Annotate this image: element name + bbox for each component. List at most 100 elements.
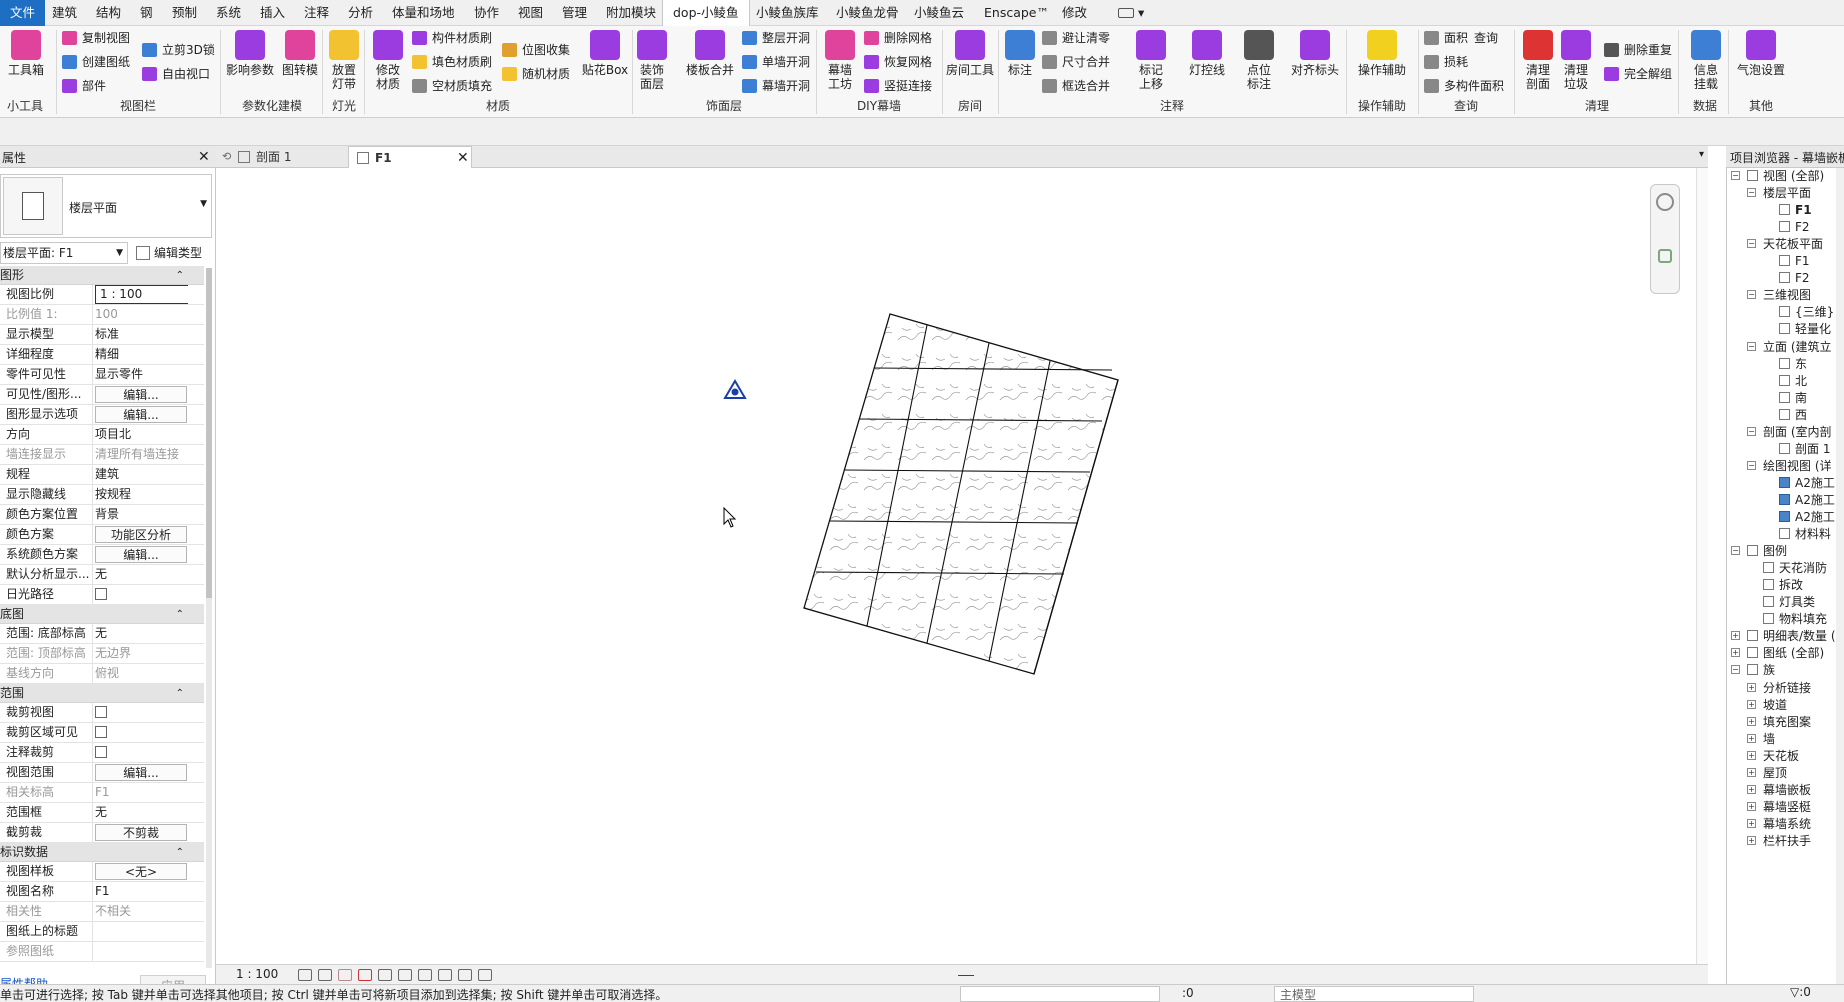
property-value[interactable] (92, 585, 188, 604)
collapse-icon[interactable]: − (1747, 460, 1756, 470)
avoid-overlap-button[interactable]: 避让清零 (1042, 28, 1110, 48)
clear-section-button[interactable]: 清理 剖面 (1518, 30, 1558, 91)
ribbon-display-toggle[interactable]: ▾ (1108, 0, 1154, 26)
collapse-icon[interactable]: − (1731, 546, 1740, 556)
temp-hide-icon[interactable] (418, 969, 432, 981)
view-scale[interactable]: 1 : 100 (236, 967, 278, 981)
frame-merge-button[interactable]: 框选合并 (1042, 76, 1110, 96)
property-value[interactable]: 按规程 (92, 485, 188, 504)
property-value[interactable]: 项目北 (92, 425, 188, 444)
curtain-panel-outline[interactable] (803, 313, 1119, 675)
property-edit-button[interactable]: 编辑... (95, 764, 187, 781)
dim-merge-button[interactable]: 尺寸合并 (1042, 52, 1110, 72)
property-value[interactable]: 编辑... (92, 385, 188, 404)
zoom-icon[interactable] (1658, 249, 1672, 263)
bubble-settings-button[interactable]: 气泡设置 (1730, 30, 1792, 77)
tab-insert[interactable]: 插入 (250, 0, 295, 26)
deco-layer-button[interactable]: 装饰 面层 (628, 30, 676, 91)
property-value[interactable]: 功能区分析 (92, 525, 188, 544)
op-assist-button[interactable]: 操作辅助 (1354, 30, 1410, 77)
delete-dup-button[interactable]: 删除重复 (1604, 40, 1672, 60)
property-edit-button[interactable]: 不剪裁 (95, 824, 187, 841)
floor-merge-button[interactable]: 楼板合并 (684, 30, 736, 77)
property-value[interactable]: 背景 (92, 505, 188, 524)
create-drawing-button[interactable]: 创建图纸 (62, 52, 130, 72)
collapse-icon[interactable]: − (1747, 188, 1756, 198)
tab-file[interactable]: 文件 (0, 0, 46, 26)
free-viewport-button[interactable]: 自由视口 (142, 64, 210, 84)
workset-dropdown[interactable] (960, 986, 1160, 1002)
fill-material-brush-button[interactable]: 填色材质刷 (412, 52, 492, 72)
property-value[interactable] (92, 922, 188, 941)
collapse-icon[interactable]: − (1747, 239, 1756, 249)
expand-icon[interactable]: + (1747, 750, 1756, 760)
filter-icon[interactable]: ▽:0 (1790, 985, 1811, 999)
shadows-icon[interactable] (358, 969, 372, 981)
property-value[interactable]: 显示零件 (92, 365, 188, 384)
tab-structure[interactable]: 结构 (86, 0, 131, 26)
property-value[interactable]: 精细 (92, 345, 188, 364)
mullion-connect-button[interactable]: 竖挺连接 (864, 76, 932, 96)
tab-cloud[interactable]: 小鲮鱼云 (904, 0, 974, 26)
canvas-scrollbar[interactable] (1696, 168, 1708, 964)
collapse-icon[interactable]: ⌃ (176, 684, 184, 703)
curtain-panel-group[interactable] (803, 313, 1119, 675)
property-value[interactable]: 1 : 100 (92, 285, 188, 304)
tag-up-button[interactable]: 标记 上移 (1128, 30, 1174, 91)
modify-material-button[interactable]: 修改 材质 (364, 30, 412, 91)
property-checkbox[interactable] (95, 746, 107, 758)
tab-f1-close-icon[interactable]: ✕ (457, 151, 469, 165)
expand-icon[interactable]: + (1747, 818, 1756, 828)
navigation-bar[interactable] (1650, 184, 1680, 294)
property-value[interactable]: 建筑 (92, 465, 188, 484)
tab-collaborate[interactable]: 协作 (464, 0, 509, 26)
full-unlock-button[interactable]: 完全解组 (1604, 64, 1672, 84)
shift-model-button[interactable]: 图转模 (276, 30, 324, 77)
room-tool-button[interactable]: 房间工具 (942, 30, 998, 77)
tab-massing[interactable]: 体量和场地 (382, 0, 465, 26)
tab-enscape[interactable]: Enscape™ (974, 0, 1059, 26)
whole-layer-open-button[interactable]: 整层开洞 (742, 28, 810, 48)
tab-annotate[interactable]: 注释 (294, 0, 339, 26)
instance-selector[interactable]: 楼层平面: F1 ▼ (0, 242, 128, 264)
expand-icon[interactable]: + (1747, 784, 1756, 794)
visual-style-icon[interactable] (318, 969, 332, 981)
expand-icon[interactable]: + (1731, 631, 1740, 641)
detail-level-icon[interactable] (298, 969, 312, 981)
tab-manage[interactable]: 管理 (552, 0, 597, 26)
property-value[interactable] (92, 743, 188, 762)
expand-icon[interactable]: + (1747, 835, 1756, 845)
property-section[interactable]: 标识数据 ⌃ (0, 843, 204, 862)
tab-dop[interactable]: dop-小鲮鱼 (662, 0, 750, 27)
property-value[interactable] (92, 703, 188, 722)
property-value[interactable]: F1 (92, 882, 188, 901)
place-light-strip-button[interactable]: 放置 灯带 (320, 30, 368, 91)
property-value[interactable]: 无 (92, 624, 188, 643)
comp-material-brush-button[interactable]: 构件材质刷 (412, 28, 492, 48)
tab-keel[interactable]: 小鲮鱼龙骨 (826, 0, 909, 26)
property-edit-button[interactable]: 编辑... (95, 386, 187, 403)
single-wall-open-button[interactable]: 单墙开洞 (742, 52, 810, 72)
crop-3d-lock-button[interactable]: 立剪3D锁 (142, 40, 215, 60)
collapse-icon[interactable]: − (1747, 341, 1756, 351)
tab-architecture[interactable]: 建筑 (42, 0, 87, 26)
property-value[interactable] (92, 723, 188, 742)
tab-section-1[interactable]: 剖面 1 (230, 146, 350, 168)
toolbox-button[interactable]: 工具箱 (2, 30, 50, 77)
position-collect-button[interactable]: 位图收集 (502, 40, 570, 60)
light-control-button[interactable]: 灯控线 (1182, 30, 1232, 77)
area-button[interactable]: 面积 (1424, 28, 1468, 48)
edit-type-button[interactable]: 编辑类型 (134, 242, 202, 264)
expand-icon[interactable]: + (1747, 699, 1756, 709)
collapse-icon[interactable]: − (1731, 665, 1740, 675)
property-section[interactable]: 底图 ⌃ (0, 605, 204, 624)
steering-wheel-icon[interactable] (1656, 193, 1674, 211)
property-section[interactable]: 范围 ⌃ (0, 684, 204, 703)
expand-icon[interactable]: + (1747, 767, 1756, 777)
property-checkbox[interactable] (95, 706, 107, 718)
highlight-icon[interactable] (478, 969, 492, 981)
loss-button[interactable]: 损耗 (1424, 52, 1468, 72)
properties-scrollbar[interactable] (206, 268, 212, 968)
expand-icon[interactable]: + (1747, 733, 1756, 743)
tab-systems[interactable]: 系统 (206, 0, 251, 26)
